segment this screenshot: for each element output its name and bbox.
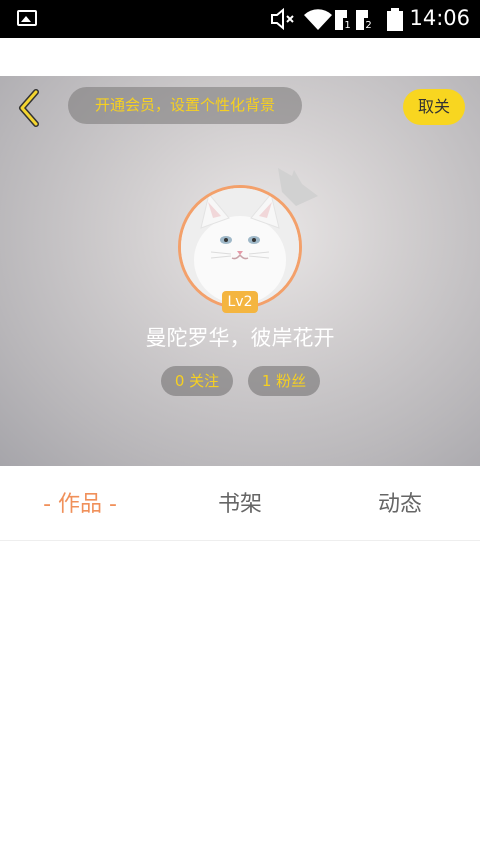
wifi-icon xyxy=(304,9,332,31)
profile-tabs: - 作品 - 书架 动态 xyxy=(0,467,480,541)
svg-text:2: 2 xyxy=(365,20,371,31)
sim1-icon: 1 xyxy=(335,10,352,31)
tab-works[interactable]: - 作品 - xyxy=(0,467,160,540)
battery-icon xyxy=(387,8,403,31)
username: 曼陀罗华，彼岸花开 xyxy=(145,326,335,350)
cat-avatar xyxy=(181,188,299,306)
following-count[interactable]: 0 关注 xyxy=(161,366,233,396)
back-arrow-icon[interactable] xyxy=(14,88,44,128)
clock: 14:06 xyxy=(409,6,470,30)
tab-bookshelf[interactable]: 书架 xyxy=(160,467,320,540)
tab-content-area xyxy=(0,541,480,854)
status-bar: 1 2 14:06 xyxy=(0,0,480,38)
svg-text:1: 1 xyxy=(344,20,350,31)
fans-count[interactable]: 1 粉丝 xyxy=(248,366,320,396)
tab-activity[interactable]: 动态 xyxy=(320,467,480,540)
sim2-icon: 2 xyxy=(356,10,373,31)
mute-icon xyxy=(271,8,294,30)
vip-background-banner[interactable]: 开通会员，设置个性化背景 xyxy=(68,87,302,124)
gallery-icon xyxy=(17,10,37,26)
top-spacer xyxy=(0,38,480,76)
level-badge: Lv2 xyxy=(222,291,258,313)
unfollow-button[interactable]: 取关 xyxy=(403,89,465,125)
